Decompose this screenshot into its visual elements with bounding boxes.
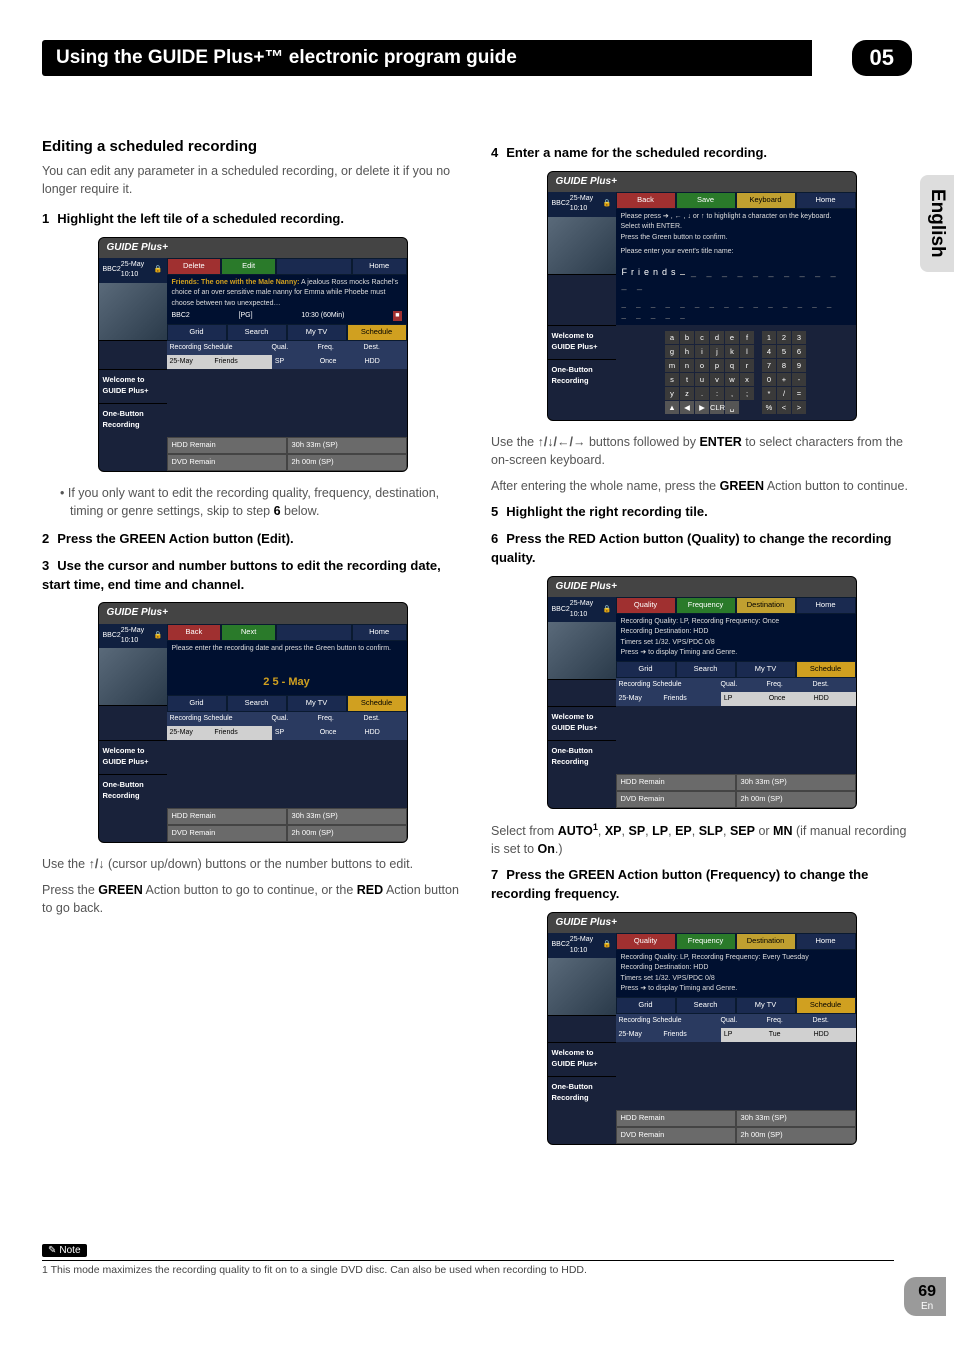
cursor-instruction: Use the ↑/↓ (cursor up/down) buttons or … (42, 855, 463, 873)
lock-icon: 🔒 (603, 605, 612, 615)
screenshot-keyboard: GUIDE Plus+ BBC225-May 10:10🔒 Back Save … (547, 171, 857, 421)
action-buttons-instruction: Press the GREEN Action button to go to c… (42, 881, 463, 917)
step-5: 5Highlight the right recording tile. (491, 503, 912, 522)
date-editor[interactable]: 2 5 - May (167, 671, 407, 695)
step-4: 4Enter a name for the scheduled recordin… (491, 144, 912, 163)
section-heading: Editing a scheduled recording (42, 136, 463, 158)
lock-icon: 🔒 (154, 265, 163, 275)
tab-grid[interactable]: Grid (167, 324, 227, 341)
keyboard-button[interactable]: Keyboard (736, 192, 796, 209)
home-button[interactable]: Home (352, 258, 407, 275)
footnote: ✎Note 1 This mode maximizes the recordin… (42, 1244, 894, 1276)
save-button[interactable]: Save (676, 192, 736, 209)
step-1: 1Highlight the left tile of a scheduled … (42, 210, 463, 229)
arrows-icon: ↑/↓/←/→ (538, 435, 586, 449)
title-input[interactable]: Friends (622, 267, 680, 277)
section-intro: You can edit any parameter in a schedule… (42, 162, 463, 198)
step-7: 7Press the GREEN Action button (Frequenc… (491, 866, 912, 904)
back-button[interactable]: Back (167, 624, 222, 641)
back-button[interactable]: Back (616, 192, 676, 209)
step-3: 3Use the cursor and number buttons to ed… (42, 557, 463, 595)
page-number: 69 En (904, 1277, 946, 1316)
home-button[interactable]: Home (796, 597, 856, 614)
quality-button[interactable]: Quality (616, 933, 676, 950)
screenshot-frequency: GUIDE Plus+ BBC225-May 10:10🔒 Quality Fr… (547, 912, 857, 1145)
edit-note-bullet: • If you only want to edit the recording… (60, 484, 463, 520)
lock-icon: 🔒 (603, 940, 612, 950)
onscreen-keyboard-letters[interactable]: abcdefghijklmnopqrstuvwxyz.:,;▲◀▶CLR␣ (665, 331, 754, 414)
home-button[interactable]: Home (796, 933, 856, 950)
tab-schedule[interactable]: Schedule (347, 324, 407, 341)
edit-button[interactable]: Edit (221, 258, 276, 275)
quality-modes: Select from AUTO1, XP, SP, LP, EP, SLP, … (491, 821, 912, 858)
green-continue-instruction: After entering the whole name, press the… (491, 477, 912, 495)
destination-button[interactable]: Destination (736, 597, 796, 614)
home-button[interactable]: Home (796, 192, 856, 209)
next-button[interactable]: Next (221, 624, 276, 641)
screenshot-edit-date: GUIDE Plus+ BBC225-May 10:10🔒 Back Next … (98, 602, 408, 842)
screenshot-edit-tile: GUIDE Plus+ BBC225-May 10:10🔒 Delete Edi… (98, 237, 408, 472)
quality-button[interactable]: Quality (616, 597, 676, 614)
page-title: Using the GUIDE Plus+™ electronic progra… (42, 40, 812, 76)
onscreen-keyboard-numbers[interactable]: 1234567890+-*/=%<> (762, 331, 806, 414)
pencil-icon: ✎ (48, 1245, 56, 1256)
tab-mytv[interactable]: My TV (287, 324, 347, 341)
video-preview (99, 283, 167, 341)
home-button[interactable]: Home (352, 624, 407, 641)
updown-icon: ↑/↓ (89, 857, 105, 871)
screenshot-quality: GUIDE Plus+ BBC225-May 10:10🔒 Quality Fr… (547, 576, 857, 809)
delete-button[interactable]: Delete (167, 258, 222, 275)
lock-icon: 🔒 (154, 631, 163, 641)
frequency-button[interactable]: Frequency (676, 597, 736, 614)
lock-icon: 🔒 (603, 199, 612, 209)
tab-search[interactable]: Search (227, 324, 287, 341)
frequency-button[interactable]: Frequency (676, 933, 736, 950)
destination-button[interactable]: Destination (736, 933, 796, 950)
step-6: 6Press the RED Action button (Quality) t… (491, 530, 912, 568)
language-tab: English (920, 175, 954, 272)
chapter-number: 05 (852, 40, 912, 76)
step-2: 2Press the GREEN Action button (Edit). (42, 530, 463, 549)
keyboard-instruction: Use the ↑/↓/←/→ buttons followed by ENTE… (491, 433, 912, 469)
